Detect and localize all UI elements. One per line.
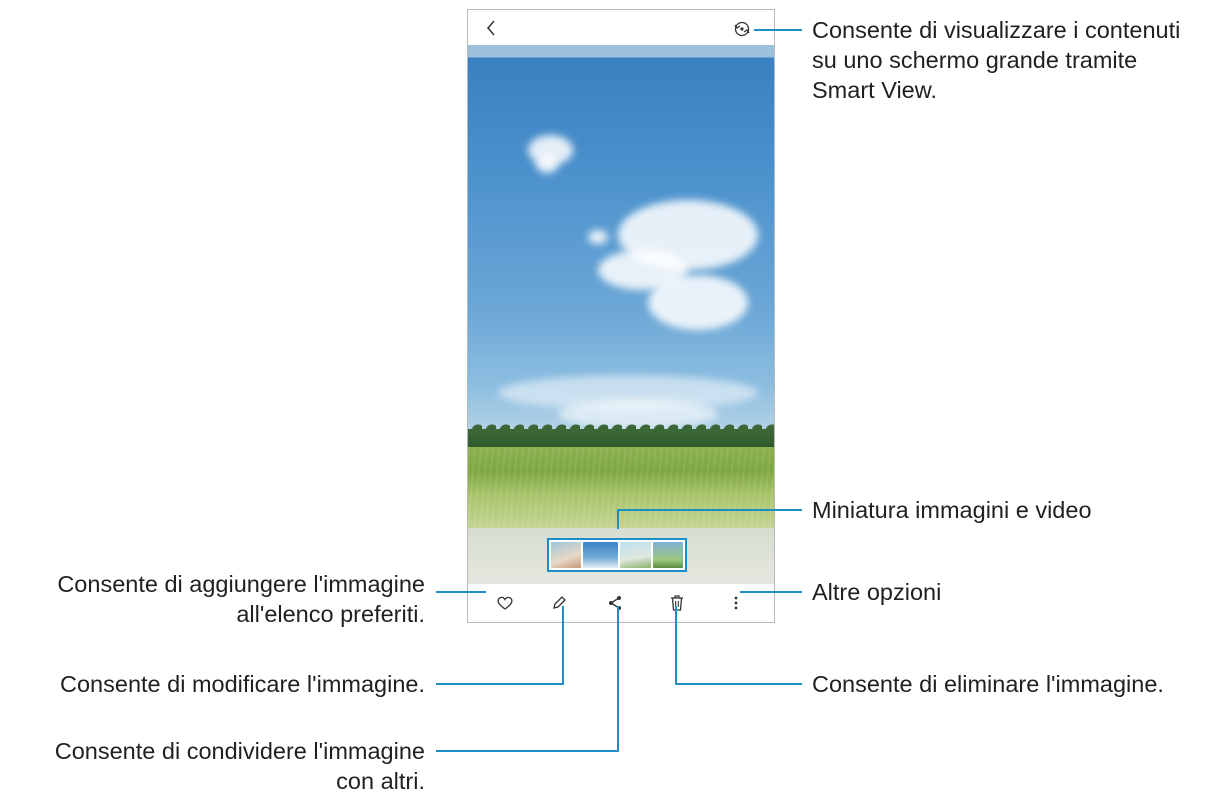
callout-line-edit-h [436,683,564,685]
grass-field [468,447,774,528]
trash-icon[interactable] [667,593,687,613]
callout-line-share-h [436,750,619,752]
callout-line-thumbnails-v [617,509,619,529]
heart-icon[interactable] [495,593,515,613]
callout-line-share-v [617,606,619,752]
text-line: con altri. [336,768,425,794]
pencil-icon[interactable] [549,593,569,613]
text-line: Consente di condividere l'immagine [54,738,425,764]
text-line: Consente di visualizzare i contenuti [812,17,1181,43]
edit-description: Consente di modificare l'immagine. [60,671,425,697]
thumbnail-selected[interactable] [583,542,619,568]
share-icon[interactable] [605,593,625,613]
callout-line-favorite [436,591,486,593]
tree-line [468,421,774,447]
smart-view-description: Consente di visualizzare i contenuti su … [812,15,1180,105]
top-bar [468,10,774,45]
more-vertical-icon[interactable] [726,593,746,613]
thumbnail-list [547,538,687,572]
photo-view[interactable] [468,45,774,528]
thumbnail[interactable] [620,542,651,568]
share-description: Consente di condividere l'immagine con a… [55,736,425,796]
callout-line-more [740,591,802,593]
bottom-toolbar [468,584,774,622]
text-line: all'elenco preferiti. [236,601,425,627]
thumbnail[interactable] [551,542,582,568]
more-options-description: Altre opzioni [812,579,942,605]
delete-description: Consente di eliminare l'immagine. [812,671,1164,697]
callout-line-thumbnails-h [618,509,802,511]
back-icon[interactable] [482,18,502,38]
smart-view-icon[interactable] [732,19,752,39]
text-line: Consente di aggiungere l'immagine [57,571,425,597]
callout-line-edit-v [562,606,564,685]
callout-line-smart-view [754,29,802,31]
phone-screen [467,9,775,623]
text-line: Smart View. [812,77,937,103]
text-line: su uno schermo grande tramite [812,47,1138,73]
thumbnail-strip [468,528,774,584]
callout-line-delete-v [675,606,677,685]
callout-line-delete-h [675,683,802,685]
thumbnail[interactable] [652,542,683,568]
favorite-description: Consente di aggiungere l'immagine all'el… [57,569,425,629]
thumbnails-description: Miniatura immagini e video [812,497,1092,523]
